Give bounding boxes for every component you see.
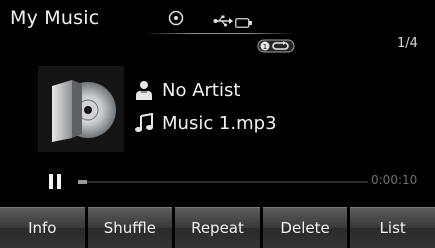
- svg-text:1: 1: [263, 43, 267, 51]
- ipod-icon: [235, 13, 253, 32]
- disc-icon: [168, 10, 184, 30]
- file-name: Music 1.mp3: [162, 113, 277, 134]
- shuffle-button[interactable]: Shuffle: [87, 207, 173, 248]
- pause-bar-left: [49, 174, 53, 189]
- pause-button[interactable]: [49, 174, 63, 189]
- repeat-button[interactable]: Repeat: [175, 207, 260, 248]
- pause-bar-right: [57, 174, 61, 189]
- playback-progress-row: 0:00:10: [0, 168, 435, 196]
- album-art: [38, 66, 124, 152]
- progress-bar[interactable]: [78, 180, 368, 184]
- soft-button-bar: Info Shuffle Repeat Delete List: [0, 207, 435, 248]
- music-player-screen: My Music 1 1/4 No Artist Music 1.mp3 0:0…: [0, 0, 435, 248]
- repeat-one-icon: 1: [257, 38, 295, 57]
- track-counter: 1/4: [397, 36, 418, 51]
- page-title: My Music: [10, 7, 100, 29]
- header-divider: [145, 33, 295, 34]
- artist-name: No Artist: [162, 80, 241, 101]
- music-note-icon: [134, 112, 154, 137]
- usb-icon: [213, 12, 233, 31]
- elapsed-time: 0:00:10: [371, 173, 418, 187]
- header-bar: My Music: [0, 0, 435, 40]
- person-icon: [134, 80, 154, 104]
- delete-button[interactable]: Delete: [262, 207, 348, 248]
- list-button[interactable]: List: [350, 207, 435, 248]
- info-button[interactable]: Info: [0, 207, 85, 248]
- progress-fill: [78, 180, 87, 184]
